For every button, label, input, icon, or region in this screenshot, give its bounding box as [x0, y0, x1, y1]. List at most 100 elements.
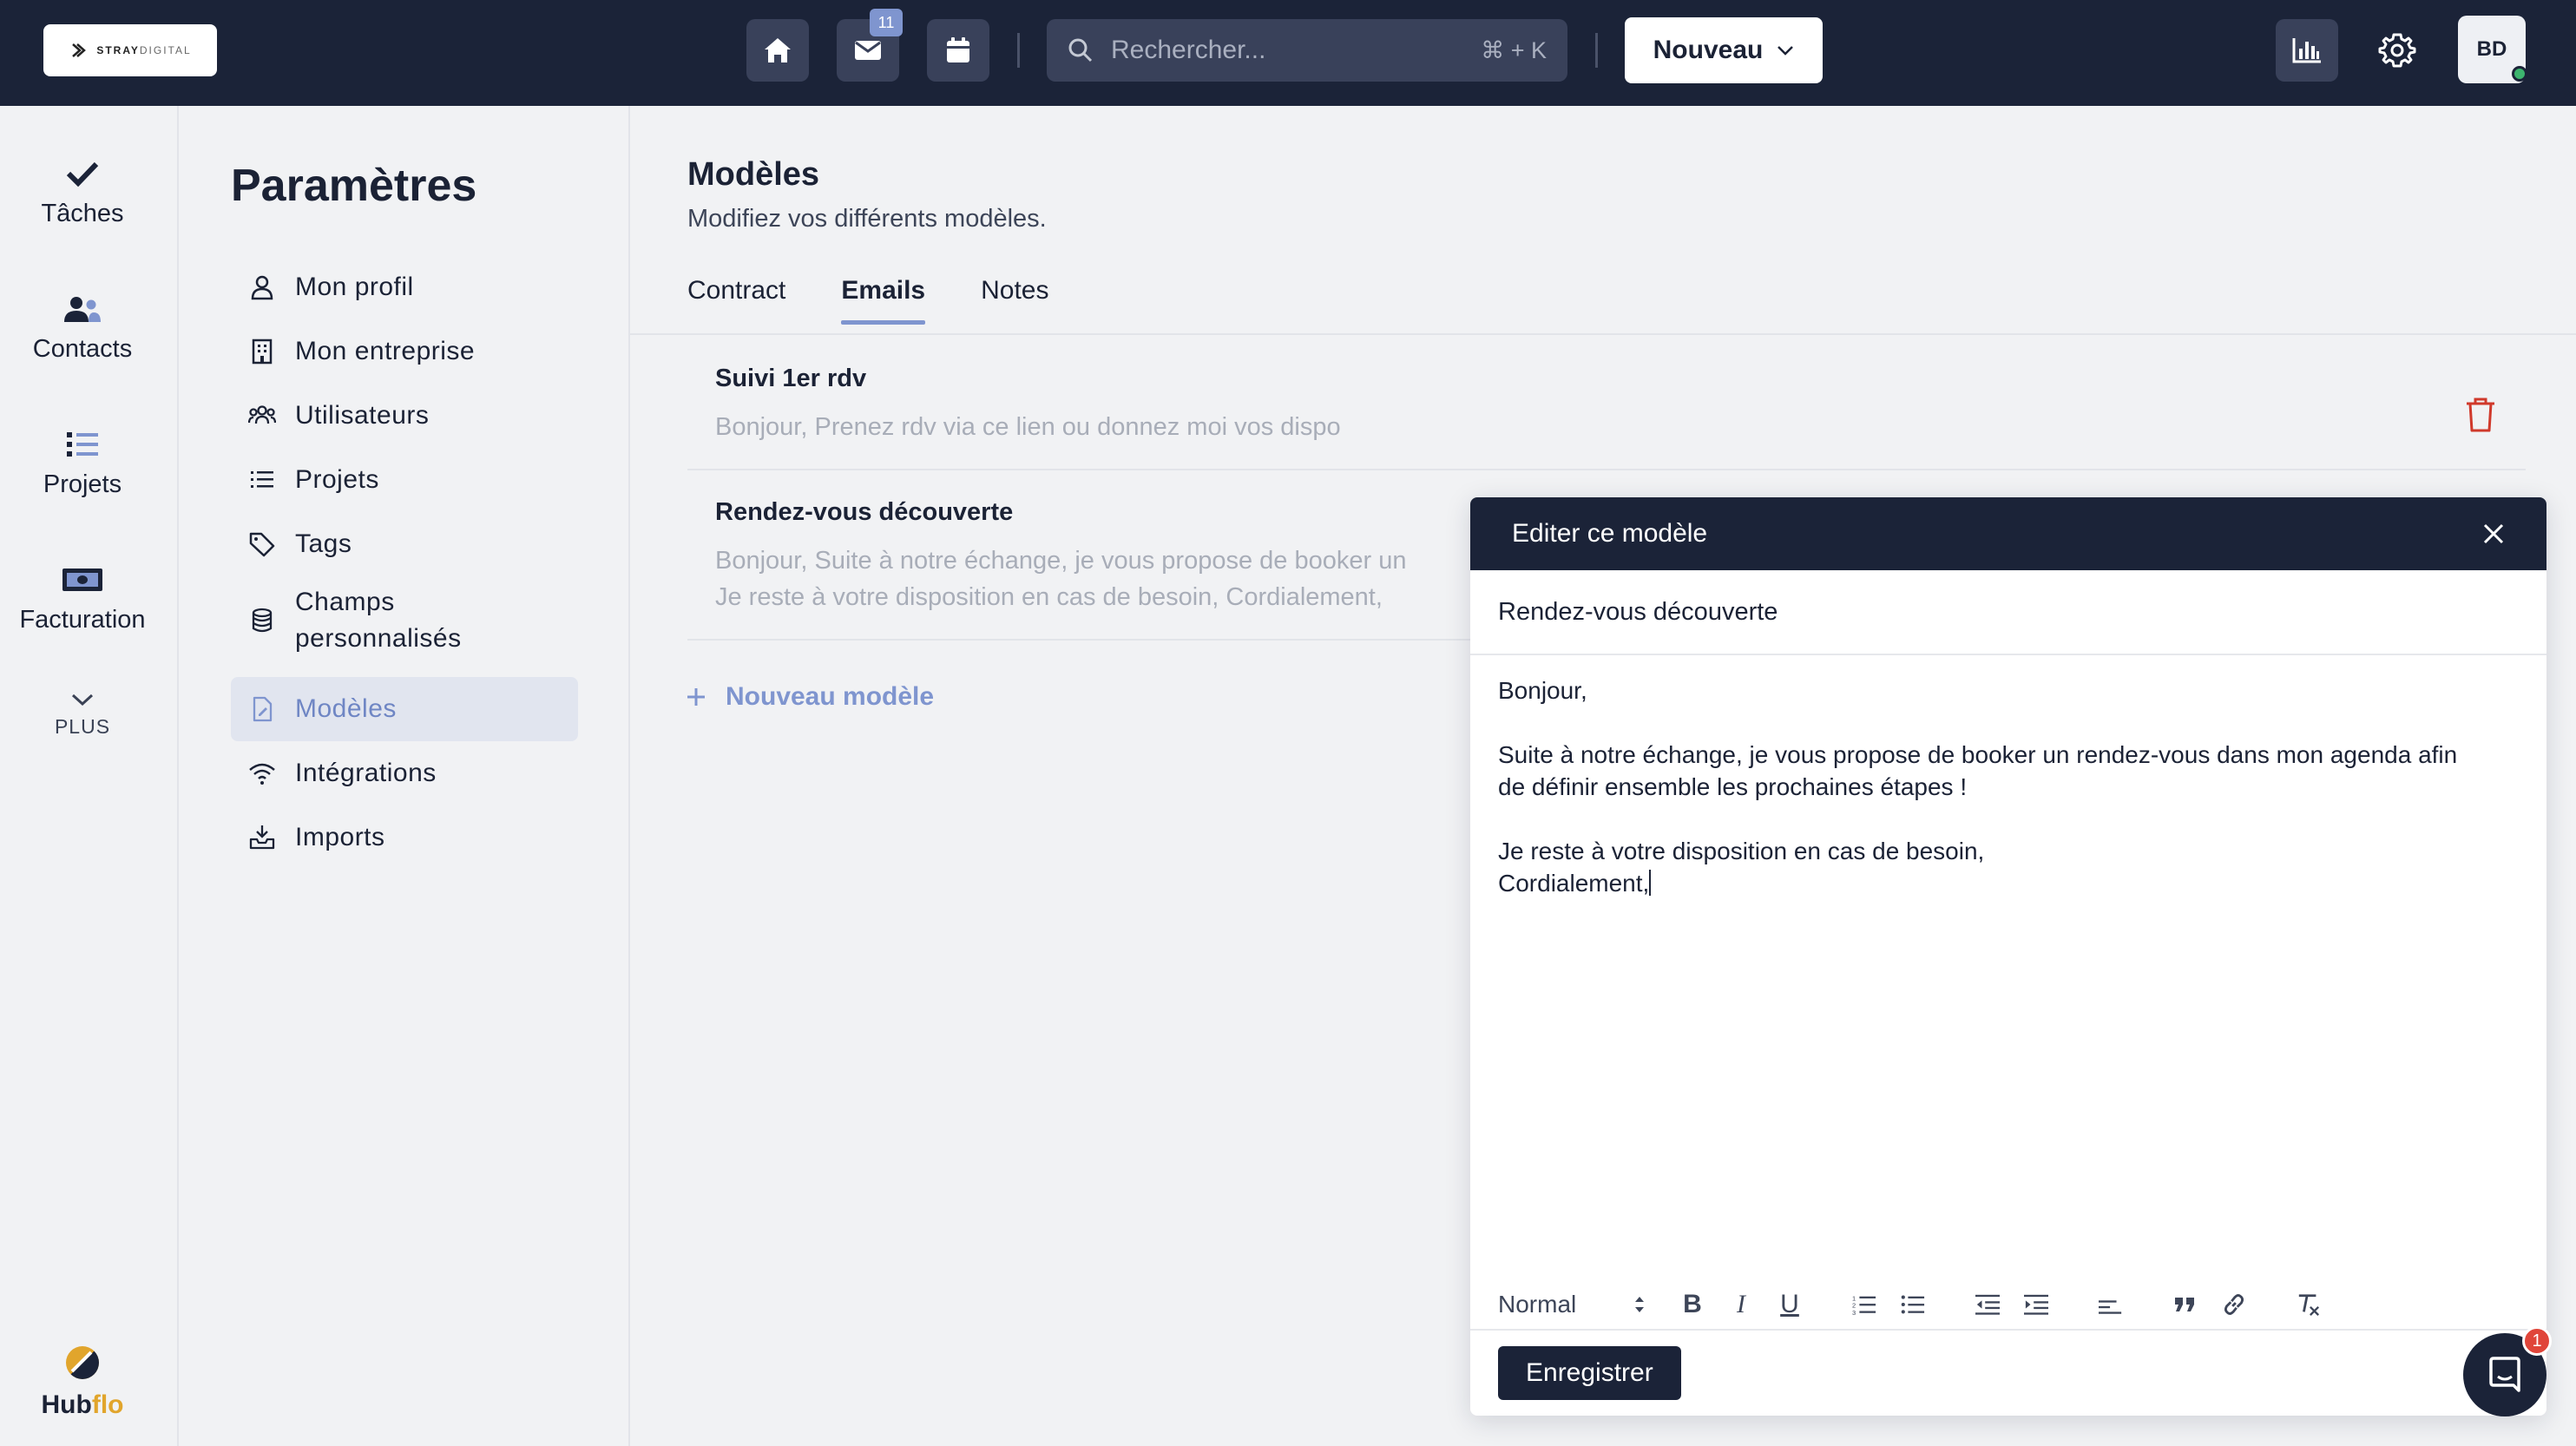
search-icon	[1068, 38, 1093, 62]
chat-launcher-button[interactable]: 1	[2463, 1326, 2552, 1416]
ordered-list-icon: 1 2 3	[1852, 1294, 1876, 1316]
trash-icon	[2467, 398, 2494, 432]
align-left-icon	[2099, 1300, 2122, 1314]
rail-more-label: PLUS	[54, 715, 111, 738]
logo-text: STRAYDIGITAL	[96, 44, 192, 56]
settings-item-modeles[interactable]: Modèles	[231, 677, 578, 741]
billing-icon	[62, 569, 102, 591]
plus-icon	[687, 688, 705, 706]
template-row[interactable]: Suivi 1er rdv Bonjour, Prenez rdv via ce…	[687, 351, 2526, 470]
user-icon	[251, 275, 273, 300]
main-navigation-rail: Tâches Contacts Projets Facturation PLUS…	[0, 106, 179, 1446]
rail-item-facturation[interactable]: Facturation	[0, 566, 165, 634]
settings-item-label: Intégrations	[295, 759, 437, 787]
settings-item-mon-entreprise[interactable]: Mon entreprise	[231, 319, 578, 384]
template-preview: Bonjour, Prenez rdv via ce lien ou donne…	[715, 413, 1341, 441]
reports-button[interactable]	[2276, 19, 2338, 82]
bar-chart-icon	[2292, 38, 2321, 63]
editor-toolbar: Normal B I U 1 2 3	[1498, 1278, 2519, 1331]
new-button[interactable]: Nouveau	[1625, 17, 1823, 83]
settings-item-champs-personnalises[interactable]: Champs personnalisés	[231, 582, 578, 660]
rail-more-button[interactable]: PLUS	[0, 693, 165, 739]
company-logo[interactable]: STRAYDIGITAL	[43, 24, 217, 76]
edit-template-modal: Editer ce modèle Rendez-vous découverte …	[1470, 497, 2546, 1416]
modal-header: Editer ce modèle	[1470, 497, 2546, 570]
settings-item-integrations[interactable]: Intégrations	[231, 741, 578, 805]
tab-contract[interactable]: Contract	[687, 276, 785, 325]
people-icon	[64, 297, 101, 322]
rail-item-taches[interactable]: Tâches	[0, 160, 165, 228]
chat-unread-badge: 1	[2522, 1326, 2552, 1356]
settings-item-projets[interactable]: Projets	[231, 448, 578, 512]
users-icon	[248, 405, 276, 424]
search-shortcut-hint: ⌘ + K	[1481, 36, 1547, 63]
body-line: Suite à notre échange, je vous propose d…	[1498, 741, 2458, 768]
italic-button[interactable]: I	[1729, 1287, 1753, 1322]
new-template-button[interactable]: Nouveau modèle	[686, 682, 934, 712]
close-modal-button[interactable]	[2482, 523, 2505, 545]
settings-item-label: Imports	[295, 823, 385, 851]
building-icon	[252, 338, 273, 365]
settings-sidebar: Paramètres Mon profil Mon entreprise Uti…	[181, 106, 630, 1446]
new-template-label: Nouveau modèle	[726, 682, 935, 711]
search-bar[interactable]: Rechercher... ⌘ + K	[1047, 19, 1567, 82]
rail-item-contacts[interactable]: Contacts	[0, 295, 165, 364]
hubflo-wordmark: Hubflo	[41, 1390, 124, 1419]
user-avatar[interactable]: BD	[2458, 16, 2527, 83]
blockquote-button[interactable]	[2173, 1287, 2198, 1322]
chat-icon	[2489, 1357, 2520, 1392]
tab-emails[interactable]: Emails	[841, 276, 925, 325]
align-button[interactable]	[2099, 1287, 2123, 1322]
tag-icon	[249, 532, 275, 557]
indent-icon	[2024, 1294, 2048, 1315]
rail-item-label: Projets	[43, 470, 122, 498]
settings-button[interactable]	[2366, 19, 2428, 82]
chevron-down-icon	[1778, 46, 1794, 56]
clear-format-button[interactable]	[2297, 1287, 2321, 1322]
logo-mark-icon	[72, 43, 87, 57]
settings-item-tags[interactable]: Tags	[231, 512, 578, 576]
body-line: Cordialement,	[1498, 870, 1650, 897]
top-bar: STRAYDIGITAL 11 Rechercher... ⌘ + K Nouv…	[0, 0, 2576, 106]
outdent-button[interactable]	[1975, 1287, 2000, 1322]
underline-button[interactable]: U	[1778, 1287, 1802, 1322]
settings-item-label: Utilisateurs	[295, 401, 430, 430]
avatar-initials: BD	[2476, 37, 2507, 61]
text-style-value: Normal	[1498, 1291, 1577, 1318]
svg-text:3: 3	[1852, 1309, 1856, 1316]
settings-item-imports[interactable]: Imports	[231, 805, 578, 870]
settings-item-mon-profil[interactable]: Mon profil	[231, 255, 578, 319]
link-button[interactable]	[2222, 1287, 2246, 1322]
settings-item-utilisateurs[interactable]: Utilisateurs	[231, 384, 578, 448]
calendar-button[interactable]	[927, 19, 989, 82]
settings-item-label: Mon profil	[295, 273, 414, 301]
outdent-icon	[1975, 1294, 2000, 1315]
text-style-select[interactable]: Normal	[1498, 1291, 1646, 1318]
search-input[interactable]: Rechercher...	[1111, 36, 1481, 65]
body-line: de définir ensemble les prochaines étape…	[1498, 773, 1968, 800]
hubflo-logo-icon	[66, 1346, 99, 1379]
tab-notes[interactable]: Notes	[981, 276, 1048, 325]
database-icon	[252, 608, 273, 633]
template-body-editor[interactable]: Bonjour, Suite à notre échange, je vous …	[1470, 655, 2546, 1254]
indent-button[interactable]	[2024, 1287, 2048, 1322]
link-icon	[2224, 1294, 2244, 1315]
home-button[interactable]	[746, 19, 809, 82]
inbox-button[interactable]: 11	[837, 9, 903, 82]
mail-icon	[855, 41, 881, 60]
rail-item-label: Facturation	[19, 606, 146, 634]
gear-icon	[2378, 33, 2416, 68]
rail-item-projets[interactable]: Projets	[0, 431, 165, 499]
toolbar-divider	[1017, 33, 1020, 68]
ordered-list-button[interactable]: 1 2 3	[1852, 1287, 1876, 1322]
bullet-list-button[interactable]	[1901, 1287, 1925, 1322]
bold-button[interactable]: B	[1680, 1287, 1705, 1322]
modal-title: Editer ce modèle	[1512, 519, 1708, 548]
bullet-list-icon	[1901, 1295, 1925, 1314]
close-icon	[2483, 523, 2504, 544]
save-button[interactable]: Enregistrer	[1498, 1346, 1681, 1400]
template-name-input[interactable]: Rendez-vous découverte	[1470, 570, 2546, 655]
settings-item-label: Modèles	[295, 694, 397, 723]
delete-template-button[interactable]	[2463, 396, 2498, 434]
online-status-dot	[2512, 66, 2527, 82]
